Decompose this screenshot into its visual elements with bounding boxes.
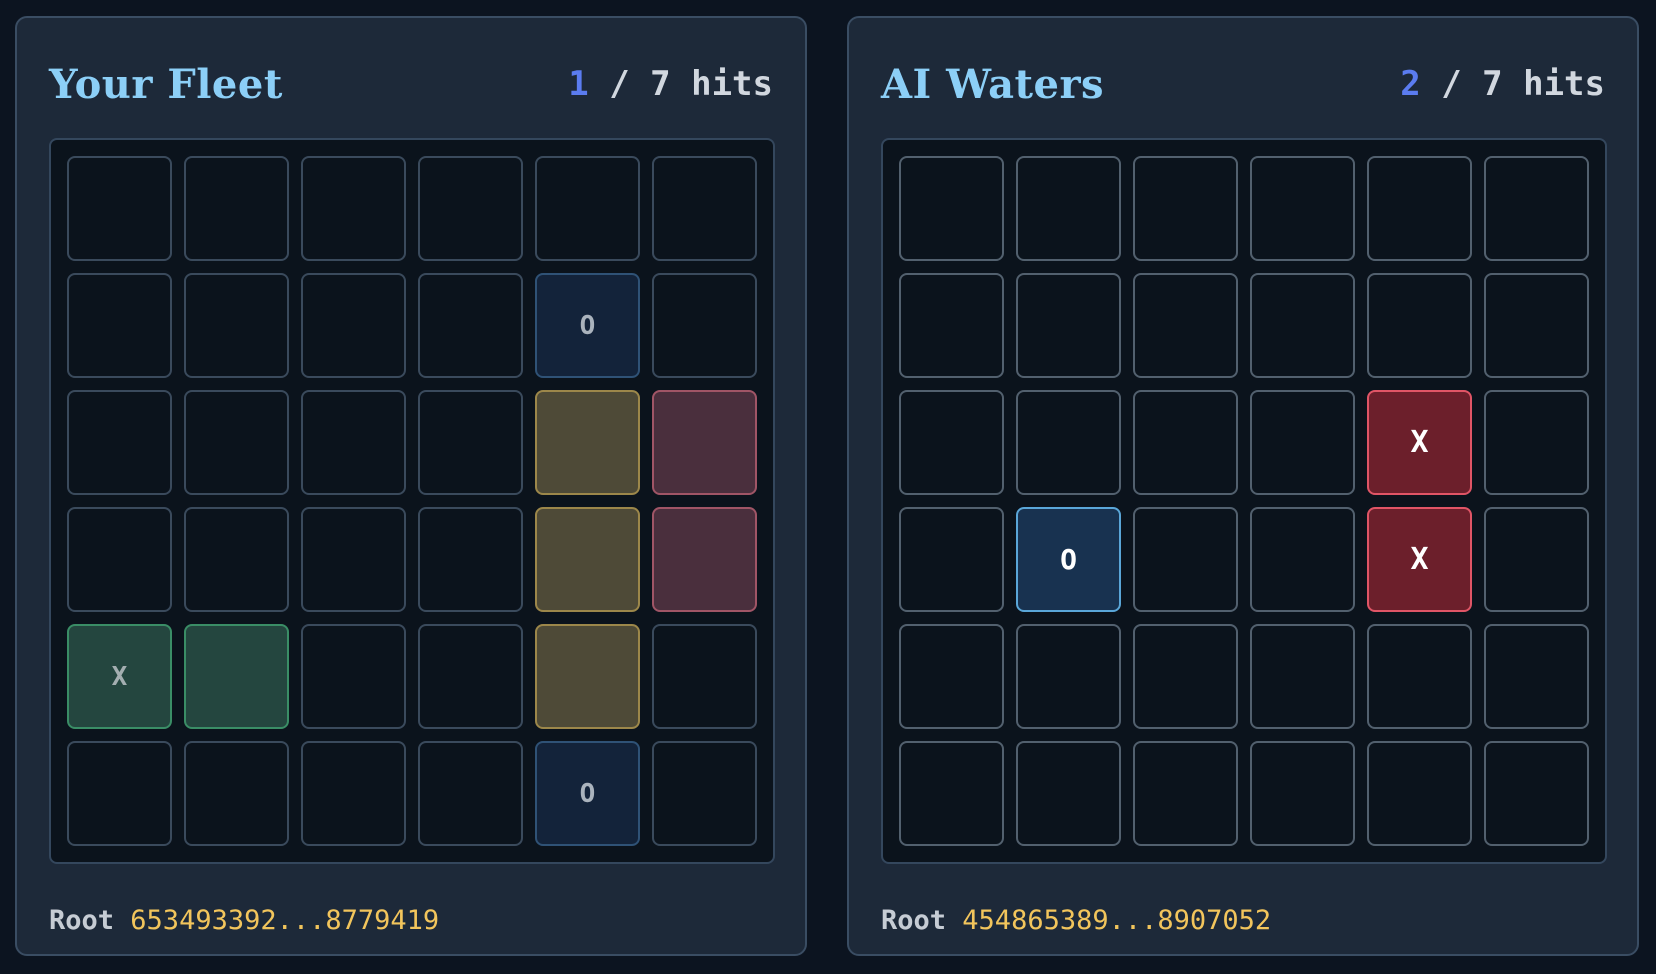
- player-cell-r4-c6: [652, 507, 757, 612]
- ai-cell-r4-c1[interactable]: [899, 507, 1004, 612]
- player-cell-r1-c4: [418, 156, 523, 261]
- ai-hits-counter: 2 / 7 hits: [1400, 64, 1605, 104]
- ai-cell-r2-c3[interactable]: [1133, 273, 1238, 378]
- ai-root-label: Root: [881, 905, 947, 936]
- player-cell-r6-c2: [184, 741, 289, 846]
- ai-cell-r6-c6[interactable]: [1484, 741, 1589, 846]
- ai-cell-r2-c6[interactable]: [1484, 273, 1589, 378]
- ai-cell-r5-c2[interactable]: [1016, 624, 1121, 729]
- ai-cell-r1-c1[interactable]: [899, 156, 1004, 261]
- player-panel-title: Your Fleet: [49, 60, 283, 108]
- player-cell-r2-c4: [418, 273, 523, 378]
- player-cell-r5-c1: X: [67, 624, 172, 729]
- ai-cell-r3-c2[interactable]: [1016, 390, 1121, 495]
- player-cell-r4-c3: [301, 507, 406, 612]
- ai-cell-r2-c2[interactable]: [1016, 273, 1121, 378]
- player-cell-r3-c1: [67, 390, 172, 495]
- player-cell-r1-c1: [67, 156, 172, 261]
- ai-hit-count: 2: [1400, 64, 1421, 104]
- player-cell-r3-c4: [418, 390, 523, 495]
- ai-cell-r2-c5[interactable]: [1367, 273, 1472, 378]
- ai-panel-header: AI Waters 2 / 7 hits: [881, 54, 1605, 114]
- ai-cell-r1-c4[interactable]: [1250, 156, 1355, 261]
- player-cell-r6-c4: [418, 741, 523, 846]
- ai-cell-r1-c2[interactable]: [1016, 156, 1121, 261]
- player-cell-r6-c5: O: [535, 741, 640, 846]
- ai-cell-r2-c4[interactable]: [1250, 273, 1355, 378]
- player-cell-r6-c1: [67, 741, 172, 846]
- player-fleet-panel: Your Fleet 1 / 7 hits O X O Root 653493392…: [15, 16, 807, 956]
- player-hit-count: 1: [568, 64, 589, 104]
- player-root-label: Root: [49, 905, 115, 936]
- player-cell-r3-c2: [184, 390, 289, 495]
- player-cell-r2-c6: [652, 273, 757, 378]
- player-root: Root 653493392...8779419: [49, 905, 439, 936]
- player-cell-r1-c6: [652, 156, 757, 261]
- ai-cell-r6-c1[interactable]: [899, 741, 1004, 846]
- ai-cell-r3-c5[interactable]: X: [1367, 390, 1472, 495]
- player-cell-r3-c3: [301, 390, 406, 495]
- ai-cell-r3-c1[interactable]: [899, 390, 1004, 495]
- player-cell-r1-c2: [184, 156, 289, 261]
- ai-cell-r5-c4[interactable]: [1250, 624, 1355, 729]
- ai-cell-r6-c2[interactable]: [1016, 741, 1121, 846]
- player-cell-r2-c1: [67, 273, 172, 378]
- player-board: O X O: [49, 138, 775, 864]
- ai-cell-r4-c4[interactable]: [1250, 507, 1355, 612]
- ai-panel-title: AI Waters: [881, 60, 1105, 108]
- ai-cell-r1-c3[interactable]: [1133, 156, 1238, 261]
- ai-cell-r5-c1[interactable]: [899, 624, 1004, 729]
- ai-cell-r4-c6[interactable]: [1484, 507, 1589, 612]
- ai-cell-r3-c3[interactable]: [1133, 390, 1238, 495]
- ai-cell-r6-c3[interactable]: [1133, 741, 1238, 846]
- player-cell-r4-c1: [67, 507, 172, 612]
- ai-root: Root 454865389...8907052: [881, 905, 1271, 936]
- player-root-value: 653493392...8779419: [130, 905, 440, 936]
- player-cell-r6-c3: [301, 741, 406, 846]
- ai-hits-total: 7 hits: [1482, 64, 1605, 104]
- player-cell-r4-c5: [535, 507, 640, 612]
- ai-cell-r4-c3[interactable]: [1133, 507, 1238, 612]
- player-cell-r3-c6: [652, 390, 757, 495]
- player-grid: O X O: [67, 156, 757, 846]
- ai-cell-r2-c1[interactable]: [899, 273, 1004, 378]
- player-cell-r5-c2: [184, 624, 289, 729]
- ai-cell-r6-c4[interactable]: [1250, 741, 1355, 846]
- ai-cell-r3-c6[interactable]: [1484, 390, 1589, 495]
- ai-cell-r4-c2[interactable]: O: [1016, 507, 1121, 612]
- player-cell-r4-c2: [184, 507, 289, 612]
- ai-waters-panel: AI Waters 2 / 7 hits X O X Root 454865389.…: [847, 16, 1639, 956]
- player-cell-r5-c4: [418, 624, 523, 729]
- player-cell-r5-c5: [535, 624, 640, 729]
- ai-cell-r5-c6[interactable]: [1484, 624, 1589, 729]
- ai-cell-r6-c5[interactable]: [1367, 741, 1472, 846]
- player-cell-r5-c6: [652, 624, 757, 729]
- ai-grid: X O X: [899, 156, 1589, 846]
- ai-hits-separator: /: [1420, 64, 1483, 104]
- game-boards: Your Fleet 1 / 7 hits O X O Root 653493392…: [0, 0, 1656, 974]
- player-cell-r1-c3: [301, 156, 406, 261]
- ai-board: X O X: [881, 138, 1607, 864]
- player-cell-r2-c2: [184, 273, 289, 378]
- player-cell-r2-c5: O: [535, 273, 640, 378]
- player-cell-r6-c6: [652, 741, 757, 846]
- ai-cell-r5-c5[interactable]: [1367, 624, 1472, 729]
- player-hits-separator: /: [588, 64, 651, 104]
- player-panel-header: Your Fleet 1 / 7 hits: [49, 54, 773, 114]
- ai-cell-r1-c6[interactable]: [1484, 156, 1589, 261]
- player-cell-r5-c3: [301, 624, 406, 729]
- player-hits-counter: 1 / 7 hits: [568, 64, 773, 104]
- player-cell-r3-c5: [535, 390, 640, 495]
- ai-cell-r4-c5[interactable]: X: [1367, 507, 1472, 612]
- ai-cell-r3-c4[interactable]: [1250, 390, 1355, 495]
- player-cell-r2-c3: [301, 273, 406, 378]
- ai-cell-r5-c3[interactable]: [1133, 624, 1238, 729]
- player-cell-r4-c4: [418, 507, 523, 612]
- player-hits-total: 7 hits: [650, 64, 773, 104]
- ai-cell-r1-c5[interactable]: [1367, 156, 1472, 261]
- ai-root-value: 454865389...8907052: [962, 905, 1272, 936]
- player-cell-r1-c5: [535, 156, 640, 261]
